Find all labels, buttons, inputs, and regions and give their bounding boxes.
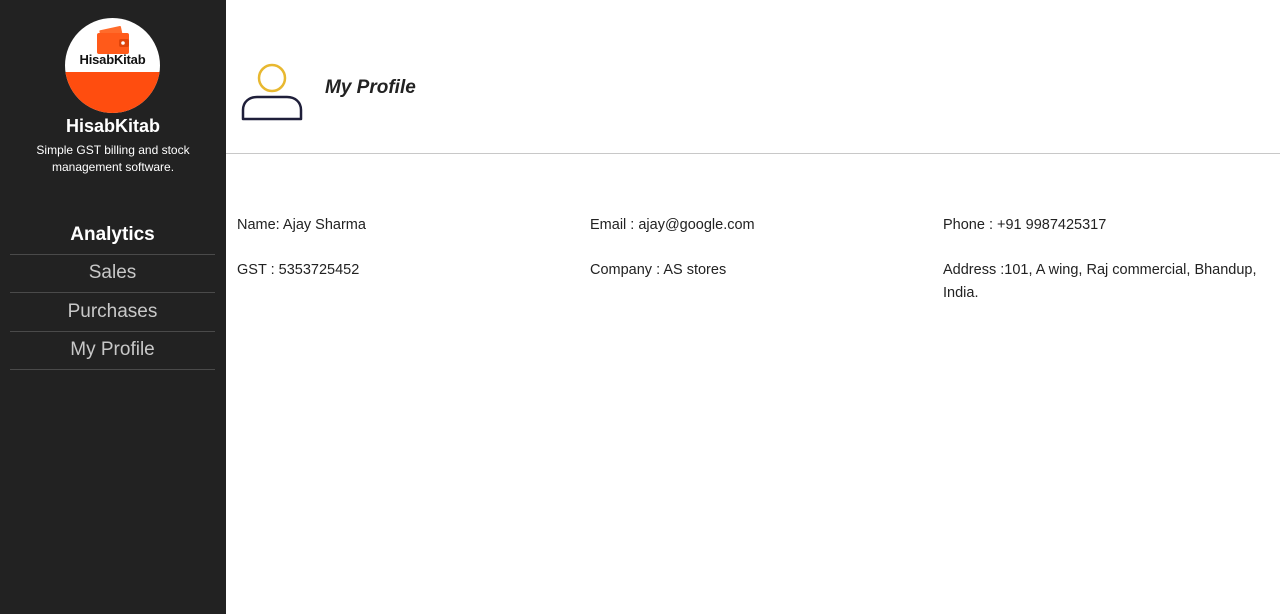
profile-email: Email : ajay@google.com — [590, 217, 755, 233]
profile-name: Name: Ajay Sharma — [237, 217, 366, 233]
main-content: My Profile Name: Ajay Sharma Email : aja… — [226, 0, 1280, 614]
sidebar-item-analytics[interactable]: Analytics — [10, 216, 215, 255]
page-title: My Profile — [325, 77, 416, 98]
sidebar-nav: Analytics Sales Purchases My Profile — [10, 216, 215, 370]
profile-company: Company : AS stores — [590, 262, 727, 278]
logo-text: HisabKitab — [79, 52, 146, 67]
brand-tagline: Simple GST billing and stock management … — [36, 143, 190, 174]
sidebar-item-sales[interactable]: Sales — [10, 255, 215, 293]
sidebar-item-my-profile[interactable]: My Profile — [10, 332, 215, 370]
profile-gst: GST : 5353725452 — [237, 262, 360, 278]
profile-address: Address :101, A wing, Raj commercial, Bh… — [943, 262, 1257, 301]
sidebar: HisabKitab HisabKitab Simple GST billing… — [0, 0, 226, 614]
profile-phone: Phone : +91 9987425317 — [943, 217, 1107, 233]
app-root: HisabKitab HisabKitab Simple GST billing… — [0, 0, 1280, 614]
sidebar-item-purchases[interactable]: Purchases — [10, 293, 215, 332]
brand-logo[interactable]: HisabKitab — [65, 18, 160, 113]
brand-name: HisabKitab — [65, 116, 161, 136]
logo-orange-band — [65, 72, 160, 113]
profile-details: Name: Ajay Sharma Email : ajay@google.co… — [237, 214, 1280, 305]
page-header: My Profile — [226, 0, 1280, 154]
user-icon — [241, 63, 303, 121]
